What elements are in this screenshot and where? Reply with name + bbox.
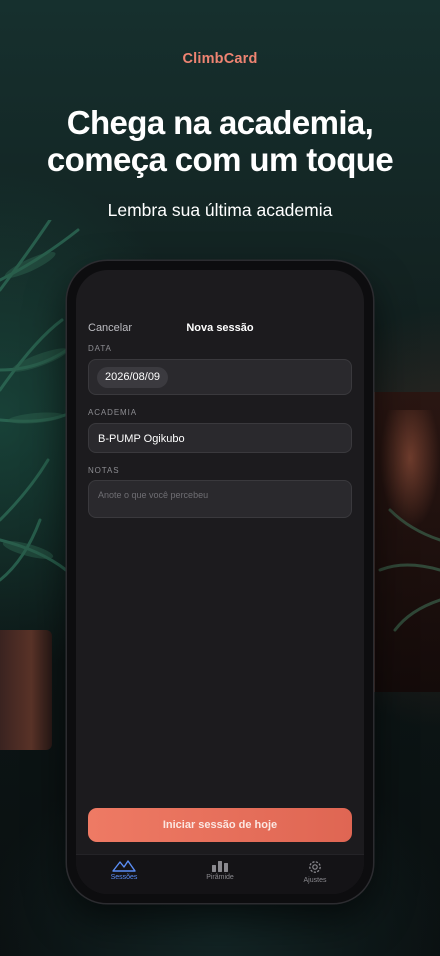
headline: Chega na academia, começa com um toque xyxy=(0,104,440,178)
tab-piramide[interactable]: Pirâmide xyxy=(185,859,255,881)
brand-name: ClimbCard xyxy=(182,51,258,67)
date-label: DATA xyxy=(88,344,112,353)
nav-title: Nova sessão xyxy=(186,322,254,334)
mountain-icon xyxy=(112,860,136,872)
app-screen: Cancelar Nova sessão DATA 2026/08/09 ACA… xyxy=(76,270,364,894)
bar-chart-icon xyxy=(212,861,228,872)
right-plant-decoration xyxy=(378,508,440,632)
gym-field[interactable]: B-PUMP Ogikubo xyxy=(88,423,352,453)
tab-sessoes[interactable]: Sessões xyxy=(89,859,159,881)
start-session-button[interactable]: Iniciar sessão de hoje xyxy=(88,808,352,842)
gear-icon xyxy=(309,861,321,873)
date-field[interactable]: 2026/08/09 xyxy=(88,359,352,395)
plant-pot xyxy=(0,630,52,750)
tab-ajustes-label: Ajustes xyxy=(303,877,327,884)
phone-mockup: Cancelar Nova sessão DATA 2026/08/09 ACA… xyxy=(67,261,373,903)
headline-line-2: começa com um toque xyxy=(46,141,394,178)
subheadline: Lembra sua última academia xyxy=(107,200,333,220)
notes-placeholder: Anote o que você percebeu xyxy=(98,490,209,500)
tab-sessoes-label: Sessões xyxy=(110,874,138,881)
tab-bar: Sessões Pirâmide Ajustes xyxy=(76,854,364,894)
date-picker-chip[interactable]: 2026/08/09 xyxy=(97,367,169,388)
notes-label: NOTAS xyxy=(88,466,120,475)
tab-ajustes[interactable]: Ajustes xyxy=(280,859,350,884)
gym-value: B-PUMP Ogikubo xyxy=(98,433,185,445)
tab-piramide-label: Pirâmide xyxy=(206,874,234,881)
nav-bar: Cancelar Nova sessão xyxy=(76,322,364,336)
headline-line-1: Chega na academia, xyxy=(66,104,374,141)
notes-field[interactable]: Anote o que você percebeu xyxy=(88,480,352,518)
gym-label: ACADEMIA xyxy=(88,408,137,417)
